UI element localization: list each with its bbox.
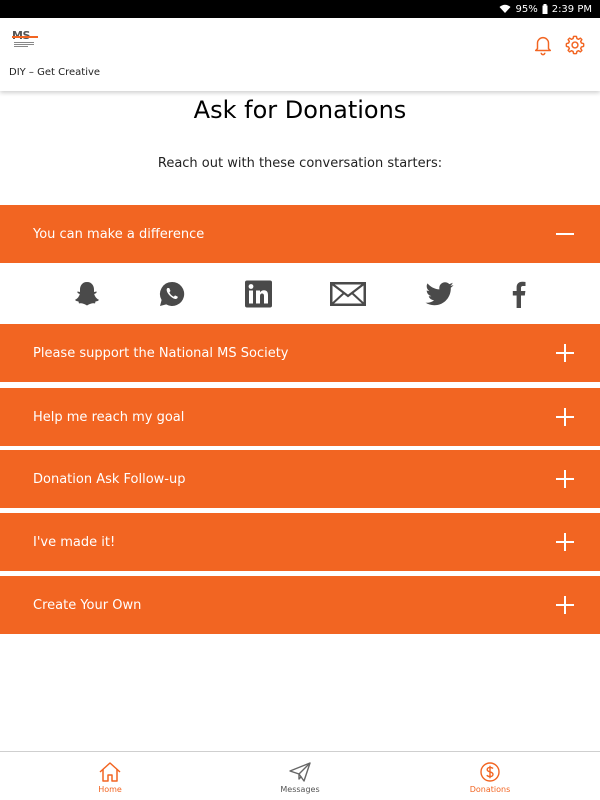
linkedin-icon[interactable] [245,280,272,308]
accordion-row-create-your-own[interactable]: Create Your Own [0,576,600,634]
wifi-icon [499,4,511,13]
accordion-row-ive-made-it[interactable]: I've made it! [0,513,600,571]
nav-label-donations: Donations [469,785,511,794]
accordion-label: Create Your Own [33,597,142,613]
intro-text: Reach out with these conversation starte… [157,156,443,171]
page-title: Ask for Donations [193,96,407,124]
accordion-row-donation-ask-follow-up[interactable]: Donation Ask Follow-up [0,450,600,508]
plus-icon[interactable] [556,596,574,614]
nav-label-messages: Messages [280,785,320,794]
home-icon [99,762,121,782]
accordion-row-help-me-reach-my-goal[interactable]: Help me reach my goal [0,388,600,446]
minus-icon[interactable] [556,225,574,243]
dollar-circle-icon [480,762,500,782]
clock: 2:39 PM [551,3,592,15]
accordion-label: I've made it! [33,534,116,550]
app-subtitle: DIY – Get Creative [9,67,101,78]
whatsapp-icon[interactable] [158,280,186,308]
battery-icon [542,4,548,14]
accordion-label: Donation Ask Follow-up [33,471,186,487]
plus-icon[interactable] [556,408,574,426]
nav-messages[interactable]: Messages [240,752,360,800]
accordion-row-you-can-make-a-difference[interactable]: You can make a difference [0,205,600,263]
nav-home[interactable]: Home [50,752,170,800]
accordion-label: You can make a difference [33,226,205,242]
nav-donations[interactable]: Donations [430,752,550,800]
battery-percent: 95% [515,3,538,15]
paper-plane-icon [289,762,311,782]
accordion-label: Help me reach my goal [33,409,185,425]
bell-icon[interactable] [532,34,554,56]
share-icons-row [0,263,600,324]
app-header: MS DIY – Get Creative [0,18,600,91]
plus-icon[interactable] [556,344,574,362]
bottom-navigation: Home Messages Donations [0,751,600,800]
ms-logo-icon[interactable]: MS [12,30,38,52]
accordion-row-please-support[interactable]: Please support the National MS Society [0,324,600,382]
nav-label-home: Home [98,785,122,794]
gear-icon[interactable] [564,34,586,56]
plus-icon[interactable] [556,533,574,551]
twitter-icon[interactable] [425,280,454,308]
snapchat-icon[interactable] [73,280,101,308]
email-icon[interactable] [330,282,366,306]
facebook-icon[interactable] [512,280,526,308]
plus-icon[interactable] [556,470,574,488]
accordion-label: Please support the National MS Society [33,345,289,361]
status-bar: 95% 2:39 PM [0,0,600,18]
